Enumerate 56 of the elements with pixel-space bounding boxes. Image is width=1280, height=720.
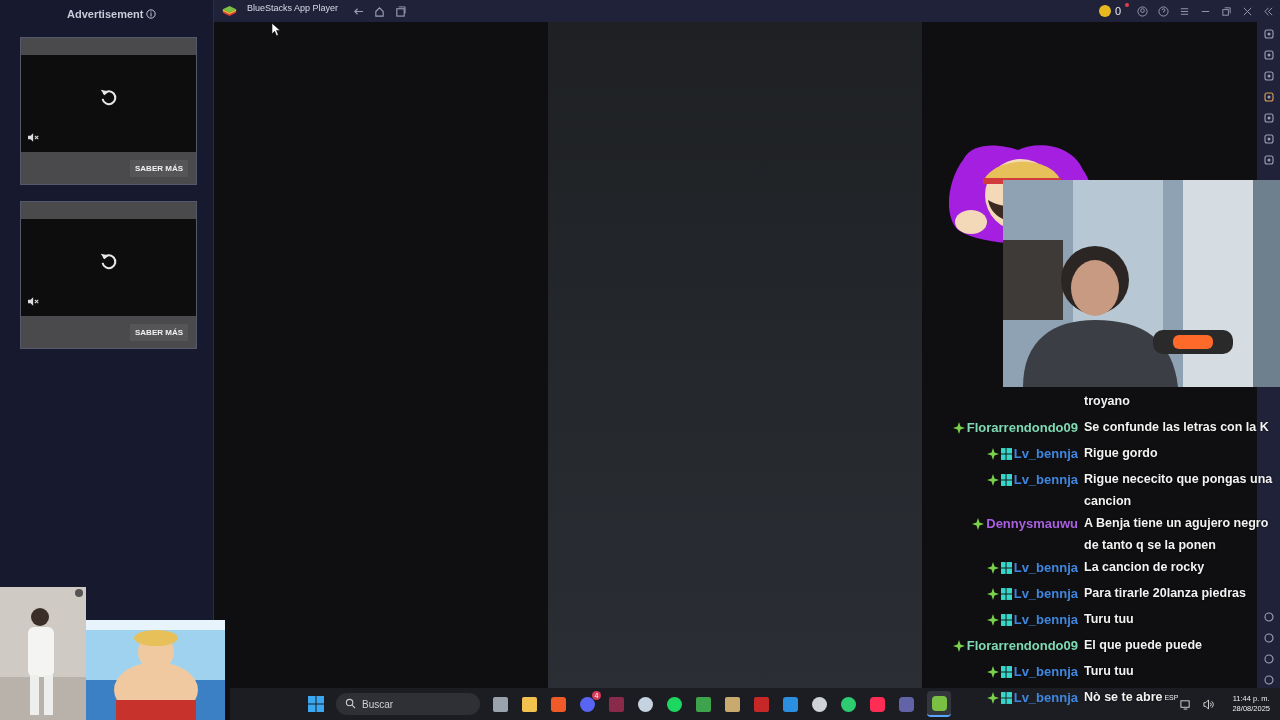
tile-app-icon[interactable] — [725, 696, 740, 712]
cursor-icon — [272, 23, 281, 36]
chat-message: Turu tuu — [1084, 611, 1134, 628]
chat-username: Lv_bennja — [1013, 663, 1078, 681]
chat-username: Florarrendondo09 — [966, 419, 1078, 437]
chat-username: Lv_bennja — [1013, 559, 1078, 577]
window-title: BlueStacks App Player — [247, 3, 340, 13]
search-icon — [345, 698, 356, 709]
sparkle-badge-icon — [952, 640, 965, 652]
coin-icon — [1098, 5, 1111, 17]
restore-icon[interactable] — [1221, 5, 1232, 17]
chat-username: Lv_bennja — [1013, 611, 1078, 629]
chat-message: Turu tuu — [1084, 663, 1134, 680]
sparkle-badge-icon — [972, 518, 985, 530]
mute-icon[interactable] — [28, 133, 40, 142]
account-icon[interactable] — [1137, 5, 1148, 17]
chat-username: Lv_bennja — [1013, 445, 1078, 463]
speaker-icon[interactable] — [1203, 698, 1215, 710]
sparkle-badge-icon — [952, 422, 965, 434]
windows-icon[interactable] — [308, 696, 324, 712]
chat-message: troyano — [1084, 393, 1130, 410]
sparkle-badge-icon — [986, 614, 999, 626]
chat-message: Se confunde las letras con la K — [1084, 419, 1269, 436]
coin-counter[interactable]: 0 — [1098, 5, 1121, 17]
learn-more-button[interactable]: SABER MÁS — [130, 159, 188, 177]
sparkle-badge-icon — [986, 666, 999, 678]
notification-dot — [1125, 3, 1129, 7]
learn-more-button[interactable]: SABER MÁS — [130, 323, 188, 341]
sparkle-badge-icon — [986, 448, 999, 460]
menu-icon[interactable] — [1179, 5, 1190, 17]
coin-count: 0 — [1114, 5, 1121, 17]
chat-username: Dennysmauwu — [986, 515, 1078, 533]
chat-username: Lv_bennja — [1013, 689, 1078, 707]
chat-message: Nò se te abre — [1084, 689, 1163, 706]
help-icon[interactable] — [1158, 5, 1169, 17]
chat-message: Rigue nececito que pongas una cancion — [1084, 471, 1274, 510]
chat-message: Rigue gordo — [1084, 445, 1158, 462]
search-field[interactable]: Buscar — [336, 693, 480, 715]
chat-username: Florarrendondo09 — [966, 637, 1078, 655]
layers-logo-icon — [222, 5, 237, 17]
chat-username: Lv_bennja — [1013, 471, 1078, 489]
close-icon[interactable] — [1242, 5, 1253, 17]
banner-app-icon[interactable] — [754, 696, 769, 712]
sparkle-badge-icon — [986, 588, 999, 600]
chat-username: Lv_bennja — [1013, 585, 1078, 603]
ad-title: Advertisement — [67, 8, 144, 20]
chat-message: El que puede puede — [1084, 637, 1203, 654]
chat-message: La cancion de rocky — [1084, 559, 1205, 576]
sparkle-badge-icon — [986, 474, 999, 486]
chat-message: Para tirarle 20lanza piedras — [1084, 585, 1246, 602]
mute-icon[interactable] — [28, 297, 40, 306]
sparkle-badge-icon — [986, 562, 999, 574]
sparkle-badge-icon — [986, 692, 999, 704]
info-icon[interactable] — [146, 9, 157, 19]
collapse-icon[interactable] — [1263, 5, 1274, 17]
chat-message: A Benja tiene un agujero negro de tanto q se la ponen — [1084, 515, 1270, 554]
